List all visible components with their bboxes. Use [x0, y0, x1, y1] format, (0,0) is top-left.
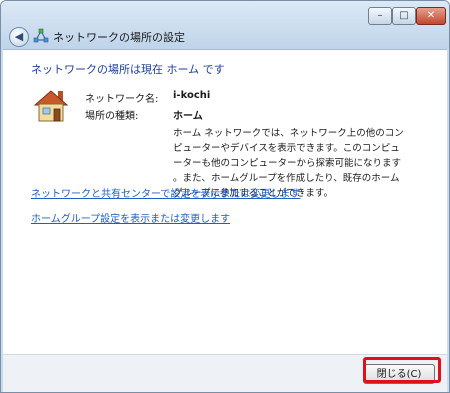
network-name-value: i-kochi — [173, 90, 211, 101]
dialog-window: – □ ✕ ◀ ネットワークの場所の設定 ネットワークの場所は現在 ホーム です… — [0, 0, 450, 393]
close-button-highlight — [363, 357, 441, 383]
network-name-label: ネットワーク名: — [85, 94, 159, 105]
window-close-button[interactable]: ✕ — [416, 7, 446, 25]
window-title: ネットワークの場所の設定 — [53, 31, 185, 44]
description-line: ホーム ネットワークでは、ネットワーク上の他のコン — [173, 128, 404, 139]
location-type-label: 場所の種類: — [85, 111, 139, 122]
description-line: ピューターやデバイスを表示できます。このコンピュ — [173, 143, 400, 154]
content-panel: ネットワークの場所は現在 ホーム です ネットワーク名: i-kochi 場所の… — [3, 49, 447, 354]
network-icon — [33, 28, 49, 43]
minimize-button[interactable]: – — [368, 7, 392, 25]
description-line: ーターも他のコンピューターから探索可能になります — [173, 158, 402, 169]
maximize-button[interactable]: □ — [392, 7, 416, 25]
title-bar: – □ ✕ ◀ ネットワークの場所の設定 — [1, 1, 449, 49]
description-line: 。また、ホームグループを作成したり、既存のホーム — [173, 173, 400, 184]
network-center-link[interactable]: ネットワークと共有センターで設定を表示または変更します — [31, 185, 300, 200]
location-type-value: ホーム — [173, 111, 203, 122]
house-icon — [33, 90, 69, 122]
back-button[interactable]: ◀ — [9, 27, 29, 47]
homegroup-link[interactable]: ホームグループ設定を表示または変更します — [31, 210, 230, 225]
page-heading: ネットワークの場所は現在 ホーム です — [31, 63, 225, 76]
